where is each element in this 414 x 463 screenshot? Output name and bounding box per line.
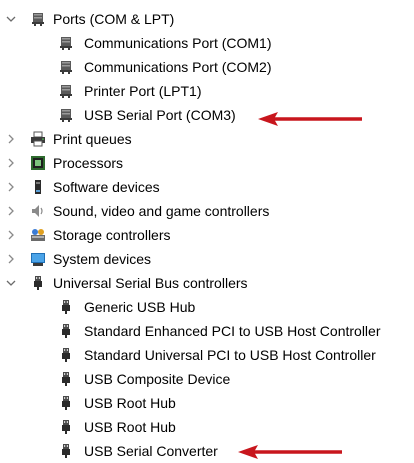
tree-item-label: Generic USB Hub <box>84 299 196 315</box>
tree-item-label: Standard Universal PCI to USB Host Contr… <box>84 347 376 363</box>
tree-node-usb-controllers[interactable]: Universal Serial Bus controllers <box>0 271 414 295</box>
chevron-right-icon[interactable] <box>5 247 17 271</box>
tree-item-label: Communications Port (COM2) <box>84 59 272 75</box>
tree-item-usb-serial-converter[interactable]: USB Serial Converter <box>0 439 414 463</box>
tree-node-label: Processors <box>53 155 124 171</box>
device-tree: Ports (COM & LPT) Communications Port (C… <box>0 7 414 463</box>
port-connector-icon <box>58 83 74 99</box>
tree-item-com1[interactable]: Communications Port (COM1) <box>0 31 414 55</box>
port-connector-icon <box>58 107 74 123</box>
red-arrow-icon <box>258 111 364 127</box>
tree-node-software-devices[interactable]: Software devices <box>0 175 414 199</box>
tree-item-usb-composite[interactable]: USB Composite Device <box>0 367 414 391</box>
tree-node-processors[interactable]: Processors <box>0 151 414 175</box>
tree-item-label: USB Root Hub <box>84 395 176 411</box>
port-connector-icon <box>58 59 74 75</box>
chevron-right-icon[interactable] <box>5 199 17 223</box>
tree-item-enhanced-pci-usb[interactable]: Standard Enhanced PCI to USB Host Contro… <box>0 319 414 343</box>
tree-item-usb-root-hub-2[interactable]: USB Root Hub <box>0 415 414 439</box>
usb-plug-icon <box>58 443 74 459</box>
tree-item-label: USB Root Hub <box>84 419 176 435</box>
tree-item-label: Communications Port (COM1) <box>84 35 272 51</box>
port-connector-icon <box>30 11 46 27</box>
tree-item-generic-usb-hub[interactable]: Generic USB Hub <box>0 295 414 319</box>
usb-plug-icon <box>58 419 74 435</box>
usb-plug-icon <box>58 347 74 363</box>
tree-node-sound-video-game[interactable]: Sound, video and game controllers <box>0 199 414 223</box>
storage-controller-icon <box>30 227 46 243</box>
usb-plug-icon <box>58 395 74 411</box>
tree-item-label: Standard Enhanced PCI to USB Host Contro… <box>84 323 381 339</box>
processor-chip-icon <box>30 155 46 171</box>
tree-node-storage-controllers[interactable]: Storage controllers <box>0 223 414 247</box>
tree-node-label: Ports (COM & LPT) <box>53 11 175 27</box>
tree-node-system-devices[interactable]: System devices <box>0 247 414 271</box>
chevron-down-icon[interactable] <box>5 7 17 31</box>
tree-item-usb-root-hub-1[interactable]: USB Root Hub <box>0 391 414 415</box>
tree-node-label: Storage controllers <box>53 227 171 243</box>
tree-item-label: USB Serial Port (COM3) <box>84 107 236 123</box>
tree-node-label: Software devices <box>53 179 160 195</box>
tree-item-label: USB Composite Device <box>84 371 231 387</box>
usb-plug-icon <box>58 299 74 315</box>
chevron-right-icon[interactable] <box>5 223 17 247</box>
chevron-right-icon[interactable] <box>5 175 17 199</box>
chevron-right-icon[interactable] <box>5 127 17 151</box>
tree-node-label: Universal Serial Bus controllers <box>53 275 248 291</box>
tree-node-label: Sound, video and game controllers <box>53 203 270 219</box>
usb-plug-icon <box>58 371 74 387</box>
tree-node-label: Print queues <box>53 131 132 147</box>
tree-item-label: Printer Port (LPT1) <box>84 83 202 99</box>
software-device-icon <box>30 179 46 195</box>
tree-item-universal-pci-usb[interactable]: Standard Universal PCI to USB Host Contr… <box>0 343 414 367</box>
port-connector-icon <box>58 35 74 51</box>
system-devices-icon <box>30 251 46 267</box>
chevron-down-icon[interactable] <box>5 271 17 295</box>
tree-node-print-queues[interactable]: Print queues <box>0 127 414 151</box>
tree-node-label: System devices <box>53 251 152 267</box>
tree-node-ports[interactable]: Ports (COM & LPT) <box>0 7 414 31</box>
tree-item-lpt1[interactable]: Printer Port (LPT1) <box>0 79 414 103</box>
usb-plug-icon <box>58 323 74 339</box>
tree-item-label: USB Serial Converter <box>84 443 218 459</box>
usb-plug-icon <box>30 275 46 291</box>
tree-item-com2[interactable]: Communications Port (COM2) <box>0 55 414 79</box>
chevron-right-icon[interactable] <box>5 151 17 175</box>
printer-icon <box>30 131 46 147</box>
speaker-icon <box>30 203 46 219</box>
red-arrow-icon <box>238 444 344 460</box>
